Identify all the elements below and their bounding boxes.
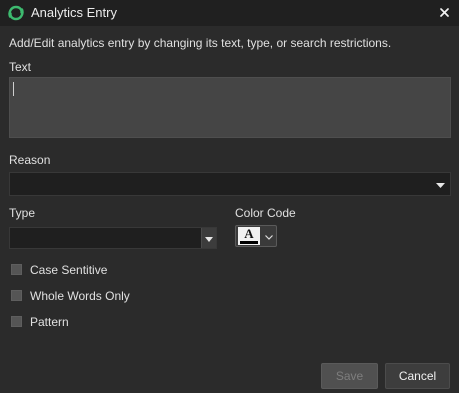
type-label: Type bbox=[9, 206, 36, 220]
dialog-title: Analytics Entry bbox=[31, 5, 117, 20]
reason-label: Reason bbox=[9, 153, 51, 167]
reason-dropdown-arrow[interactable] bbox=[431, 173, 450, 195]
chevron-down-icon bbox=[264, 227, 273, 245]
type-dropdown-arrow[interactable] bbox=[201, 228, 216, 248]
close-icon bbox=[439, 4, 449, 22]
text-input[interactable] bbox=[9, 77, 451, 138]
chevron-down-icon bbox=[436, 175, 445, 193]
color-code-label: Color Code bbox=[235, 206, 296, 220]
pattern-label: Pattern bbox=[30, 315, 69, 329]
text-label: Text bbox=[9, 60, 32, 74]
case-sensitive-option[interactable]: Case Sentitive bbox=[11, 263, 211, 277]
color-code-picker[interactable]: A bbox=[235, 225, 277, 247]
text-cursor bbox=[13, 82, 14, 96]
save-button[interactable]: Save bbox=[321, 363, 378, 389]
case-sensitive-label: Case Sentitive bbox=[30, 263, 108, 277]
analytics-entry-dialog: Analytics Entry Add/Edit analytics entry… bbox=[0, 0, 459, 393]
color-picker-arrow[interactable] bbox=[262, 227, 275, 245]
pattern-option[interactable]: Pattern bbox=[11, 315, 211, 329]
type-dropdown[interactable] bbox=[9, 227, 217, 249]
whole-words-label: Whole Words Only bbox=[30, 289, 130, 303]
whole-words-checkbox[interactable] bbox=[11, 290, 22, 301]
case-sensitive-checkbox[interactable] bbox=[11, 264, 22, 275]
whole-words-option[interactable]: Whole Words Only bbox=[11, 289, 211, 303]
font-color-icon: A bbox=[238, 227, 260, 245]
cancel-button[interactable]: Cancel bbox=[385, 363, 450, 389]
chevron-down-icon bbox=[205, 229, 213, 247]
reason-dropdown[interactable] bbox=[9, 172, 451, 196]
dialog-description: Add/Edit analytics entry by changing its… bbox=[9, 36, 392, 50]
pattern-checkbox[interactable] bbox=[11, 316, 22, 327]
color-code-swatch bbox=[240, 241, 258, 244]
close-button[interactable] bbox=[434, 3, 454, 23]
title-bar: Analytics Entry bbox=[0, 0, 459, 26]
font-color-letter: A bbox=[244, 226, 254, 241]
app-logo-icon bbox=[7, 4, 25, 22]
